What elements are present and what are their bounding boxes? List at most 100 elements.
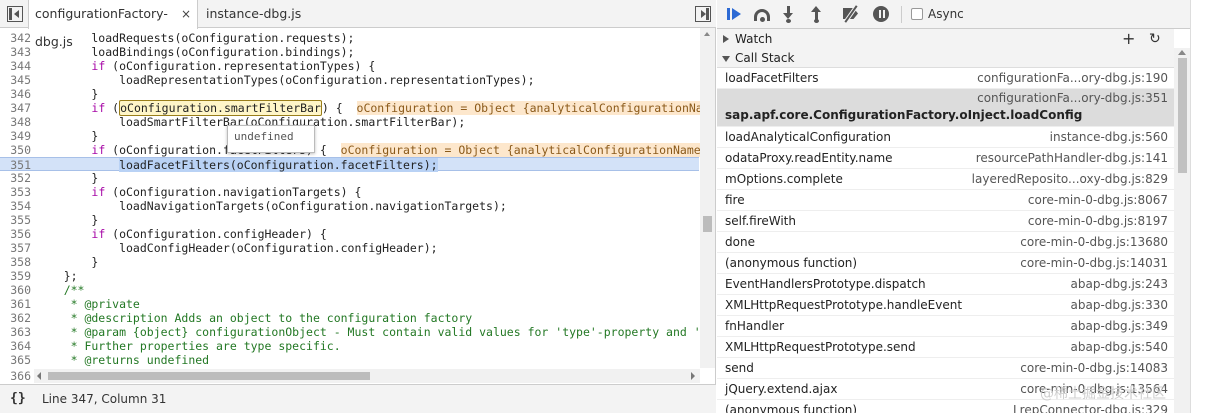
line-number[interactable]: 344 <box>0 59 31 73</box>
code-line[interactable]: 347 if (oConfiguration.smartFilterBar) {… <box>0 100 710 116</box>
refresh-icon[interactable]: ↻ <box>1149 29 1161 49</box>
line-number[interactable]: 348 <box>0 115 31 129</box>
pause-on-exceptions-icon[interactable] <box>871 5 891 23</box>
line-number[interactable]: 364 <box>0 339 31 353</box>
call-frame[interactable]: odataProxy.readEntity.name resourcePathHa… <box>717 148 1174 169</box>
deactivate-breakpoints-icon[interactable] <box>841 5 861 23</box>
frame-location[interactable]: instance-dbg.js:560 <box>1050 130 1168 144</box>
code-line[interactable]: 348 loadSmartFilterBar(oConfiguration.sm… <box>0 115 700 129</box>
line-number[interactable]: 353 <box>0 185 31 199</box>
line-number[interactable]: 357 <box>0 241 31 255</box>
frame-location[interactable]: abap-dbg.js:349 <box>1071 319 1168 333</box>
call-stack-section-header[interactable]: Call Stack <box>717 48 1174 68</box>
code-line[interactable]: 363 * @param {object} configurationObjec… <box>0 325 707 339</box>
add-icon[interactable]: + <box>1122 29 1135 49</box>
call-frame[interactable]: fire core-min-0-dbg.js:8067 <box>717 190 1174 211</box>
scrollbar-thumb[interactable] <box>703 216 712 232</box>
call-frame[interactable]: XMLHttpRequestPrototype.send abap-dbg.js:… <box>717 337 1174 358</box>
scroll-left-icon[interactable] <box>37 372 41 380</box>
call-frame[interactable]: mOptions.complete layeredReposito...oxy-d… <box>717 169 1174 190</box>
line-number[interactable]: 360 <box>0 283 31 297</box>
line-number[interactable]: 356 <box>0 227 31 241</box>
code-line[interactable]: 364 * Further properties are type specif… <box>0 339 700 353</box>
frame-location[interactable]: core-min-0-dbg.js:8197 <box>1028 214 1168 228</box>
code-line[interactable]: 361 * @private <box>0 297 700 311</box>
code-line[interactable]: 346 } <box>0 87 700 101</box>
call-frame[interactable]: done core-min-0-dbg.js:13680 <box>717 232 1174 253</box>
scroll-up-icon[interactable] <box>1178 50 1186 55</box>
frame-location[interactable]: layeredReposito...oxy-dbg.js:829 <box>972 172 1168 186</box>
call-frame[interactable]: loadAnalyticalConfiguration instance-dbg.… <box>717 127 1174 148</box>
line-number[interactable]: 350 <box>0 143 31 157</box>
code-line[interactable]: 362 * @description Adds an object to the… <box>0 311 700 325</box>
code-line[interactable]: 350 if (oConfiguration.facetFilters) { o… <box>0 143 701 157</box>
call-frame[interactable]: loadFacetFilters configurationFa...ory-db… <box>717 68 1174 89</box>
sidebar-scrollbar[interactable] <box>1174 48 1190 413</box>
step-over-icon[interactable] <box>753 5 773 23</box>
close-icon[interactable]: × <box>181 0 191 28</box>
line-number[interactable]: 361 <box>0 297 31 311</box>
code-line[interactable]: 349 } <box>0 129 700 143</box>
code-line[interactable]: 365 * @returns undefined <box>0 353 700 367</box>
editor-vertical-scrollbar[interactable] <box>700 28 715 368</box>
call-frame[interactable]: fnHandler abap-dbg.js:349 <box>717 316 1174 337</box>
call-frame[interactable]: EventHandlersPrototype.dispatch abap-dbg.… <box>717 274 1174 295</box>
code-area[interactable]: 342 loadRequests(oConfiguration.requests… <box>0 28 716 369</box>
frame-location[interactable]: abap-dbg.js:330 <box>1071 298 1168 312</box>
scrollbar-thumb[interactable] <box>1178 58 1187 173</box>
line-number[interactable]: 358 <box>0 255 31 269</box>
scrollbar-thumb[interactable] <box>48 372 370 380</box>
watch-section-header[interactable]: Watch + ↻ <box>717 29 1174 49</box>
line-number[interactable]: 351 <box>0 158 31 172</box>
code-token[interactable]: oConfiguration.smartFilterBar <box>119 100 322 116</box>
scroll-up-icon[interactable] <box>704 32 710 36</box>
frame-location[interactable]: abap-dbg.js:243 <box>1071 277 1168 291</box>
editor-horizontal-scrollbar[interactable] <box>34 369 700 383</box>
frame-location[interactable]: core-min-0-dbg.js:14083 <box>1020 361 1168 375</box>
code-line[interactable]: 356 if (oConfiguration.configHeader) { <box>0 227 700 241</box>
line-number[interactable]: 355 <box>0 213 31 227</box>
show-debugger-icon[interactable] <box>695 6 711 22</box>
code-line[interactable]: 344 if (oConfiguration.representationTyp… <box>0 59 700 73</box>
show-navigator-icon[interactable] <box>7 6 23 22</box>
code-line[interactable]: 354 loadNavigationTargets(oConfiguration… <box>0 199 700 213</box>
code-line[interactable]: 359 }; <box>0 269 700 283</box>
line-number[interactable]: 345 <box>0 73 31 87</box>
frame-location[interactable]: configurationFa...ory-dbg.js:351 <box>977 91 1168 105</box>
frame-location[interactable]: LrepConnector-dbg.js:329 <box>1013 403 1168 413</box>
code-line[interactable]: 355 } <box>0 213 700 227</box>
line-number[interactable]: 342 <box>0 31 31 45</box>
line-number[interactable]: 362 <box>0 311 31 325</box>
frame-location[interactable]: core-min-0-dbg.js:13680 <box>1020 235 1168 249</box>
line-number[interactable]: 352 <box>0 171 31 185</box>
line-number[interactable]: 365 <box>0 353 31 367</box>
frame-location[interactable]: configurationFa...ory-dbg.js:190 <box>977 71 1168 85</box>
call-frame[interactable]: XMLHttpRequestPrototype.handleEvent abap-… <box>717 295 1174 316</box>
frame-location[interactable]: core-min-0-dbg.js:8067 <box>1028 193 1168 207</box>
call-frame[interactable]: self.fireWith core-min-0-dbg.js:8197 <box>717 211 1174 232</box>
line-number[interactable]: 354 <box>0 199 31 213</box>
code-line[interactable]: 342 loadRequests(oConfiguration.requests… <box>0 31 700 45</box>
line-number[interactable]: 343 <box>0 45 31 59</box>
tab-configurationfactory[interactable]: configurationFactory-dbg.js × <box>28 0 198 49</box>
frame-location[interactable]: resourcePathHandler-dbg.js:141 <box>976 151 1168 165</box>
code-line-current[interactable]: 351 loadFacetFilters(oConfiguration.face… <box>0 157 699 172</box>
frame-location[interactable]: core-min-0-dbg.js:14031 <box>1020 256 1168 270</box>
pretty-print-button[interactable]: {} <box>10 391 26 406</box>
resume-icon[interactable] <box>725 5 745 23</box>
code-line[interactable]: 343 loadBindings(oConfiguration.bindings… <box>0 45 700 59</box>
frame-location[interactable]: abap-dbg.js:540 <box>1071 340 1168 354</box>
code-line[interactable]: 358 } <box>0 255 700 269</box>
async-checkbox[interactable] <box>911 8 923 20</box>
line-number[interactable]: 346 <box>0 87 31 101</box>
line-number[interactable]: 363 <box>0 325 31 339</box>
code-line[interactable]: 345 loadRepresentationTypes(oConfigurati… <box>0 73 700 87</box>
call-frame-selected[interactable]: sap.apf.core.ConfigurationFactory.oInjec… <box>717 89 1174 127</box>
step-into-icon[interactable] <box>779 5 799 23</box>
scroll-right-icon[interactable] <box>691 372 695 380</box>
tab-instance[interactable]: instance-dbg.js <box>200 0 320 28</box>
line-number[interactable]: 349 <box>0 129 31 143</box>
line-number[interactable]: 347 <box>0 101 31 115</box>
line-number[interactable]: 359 <box>0 269 31 283</box>
code-line[interactable]: 360 /** <box>0 283 700 297</box>
